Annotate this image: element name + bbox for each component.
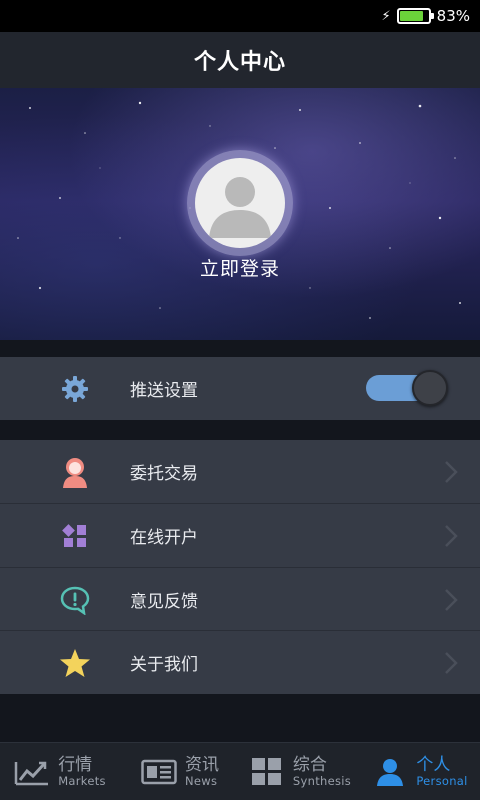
gear-icon xyxy=(58,372,92,406)
chevron-right-icon xyxy=(445,652,458,674)
menu-item-feedback[interactable]: 意见反馈 xyxy=(0,568,480,631)
tab-label-en: Personal xyxy=(416,773,468,788)
menu-item-open-account[interactable]: 在线开户 xyxy=(0,504,480,567)
person-icon xyxy=(372,757,408,787)
avatar xyxy=(195,158,285,248)
chevron-right-icon xyxy=(445,525,458,547)
menu-item-trade[interactable]: 委托交易 xyxy=(0,440,480,503)
tab-news[interactable]: 资讯 News xyxy=(120,743,240,800)
charging-bolt-icon: ⚡ xyxy=(381,8,391,24)
speech-bubble-alert-icon xyxy=(58,583,92,617)
default-person-avatar-icon xyxy=(209,177,271,238)
tab-label-cn: 个人 xyxy=(416,754,451,775)
grid-tiles-icon xyxy=(249,757,285,787)
push-settings-label: 推送设置 xyxy=(130,381,198,401)
push-settings-row: 推送设置 xyxy=(0,357,480,420)
tab-label-cn: 行情 xyxy=(58,754,93,775)
chevron-right-icon xyxy=(445,589,458,611)
newspaper-icon xyxy=(141,757,177,787)
page-title: 个人中心 xyxy=(0,32,480,88)
tab-label-en: News xyxy=(185,773,218,788)
tab-personal[interactable]: 个人 Personal xyxy=(360,743,480,800)
avatar-button[interactable] xyxy=(187,150,293,256)
menu-item-label: 意见反馈 xyxy=(130,592,198,612)
menu-item-label: 在线开户 xyxy=(130,528,198,548)
person-icon xyxy=(58,455,92,489)
star-icon xyxy=(58,646,92,680)
status-bar: ⚡ 83% xyxy=(0,0,480,32)
chevron-right-icon xyxy=(445,461,458,483)
login-link[interactable]: 立即登录 xyxy=(0,254,480,281)
menu-item-label: 关于我们 xyxy=(130,655,198,675)
profile-banner: 立即登录 xyxy=(0,88,480,340)
chart-trend-icon xyxy=(14,757,50,787)
bottom-nav: 行情 Markets 资讯 News 综合 Synthesis 个人 Perso… xyxy=(0,742,480,800)
battery-fill xyxy=(399,11,423,21)
push-toggle[interactable] xyxy=(364,370,450,406)
tab-label-cn: 综合 xyxy=(292,754,327,775)
tab-label-en: Synthesis xyxy=(292,773,352,788)
battery-percent: 83% xyxy=(436,7,470,25)
tab-label-cn: 资讯 xyxy=(185,754,219,775)
battery-icon xyxy=(396,8,434,24)
grid-icon xyxy=(58,519,92,553)
tab-label-en: Markets xyxy=(58,773,106,788)
menu-item-label: 委托交易 xyxy=(130,464,198,484)
tab-markets[interactable]: 行情 Markets xyxy=(0,743,120,800)
toggle-knob xyxy=(412,370,448,406)
tab-synthesis[interactable]: 综合 Synthesis xyxy=(240,743,360,800)
menu-item-about[interactable]: 关于我们 xyxy=(0,631,480,694)
